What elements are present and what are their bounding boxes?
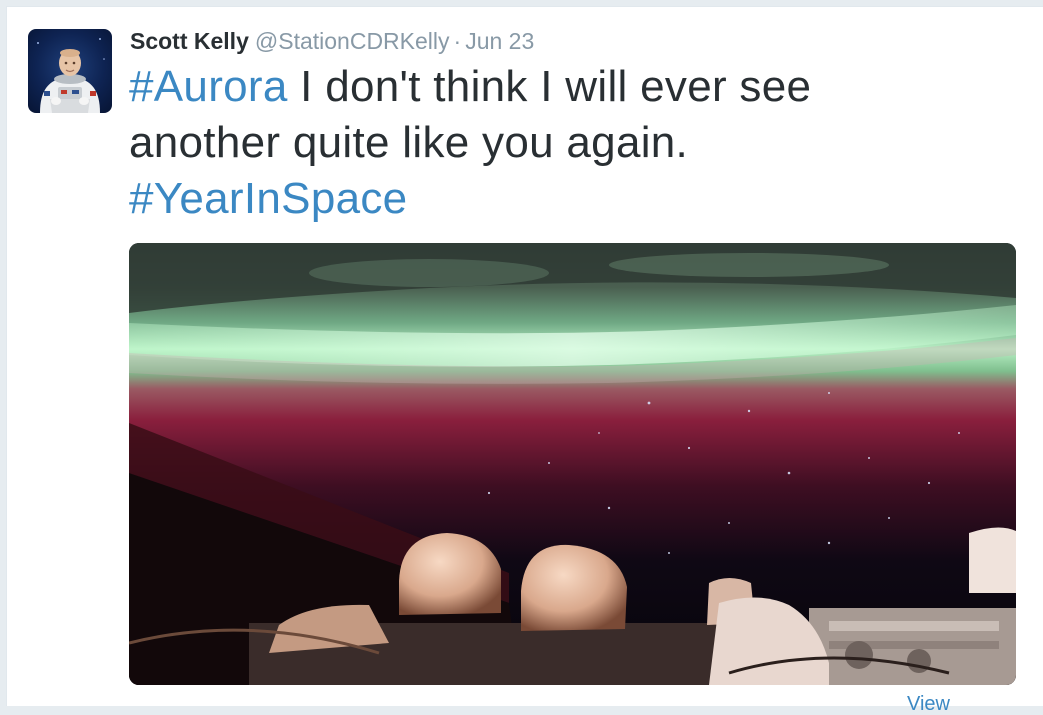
tweet-card[interactable]: Scott Kelly @StationCDRKelly · Jun 23 #Auro…: [6, 6, 1043, 715]
hashtag-aurora[interactable]: #Aurora: [129, 62, 288, 111]
tweet-header: Scott Kelly @StationCDRKelly · Jun 23: [130, 27, 534, 55]
aurora-photo-image: [129, 243, 1016, 685]
header-separator: ·: [453, 28, 462, 54]
tweet-media-photo[interactable]: [129, 243, 1016, 685]
hashtag-yearinspace[interactable]: #YearInSpace: [129, 174, 407, 223]
author-name[interactable]: Scott Kelly: [130, 28, 249, 54]
astronaut-avatar-image: [37, 38, 105, 113]
tweet-date[interactable]: Jun 23: [465, 28, 534, 54]
author-handle[interactable]: @StationCDRKelly: [255, 28, 450, 54]
view-more-link[interactable]: View: [907, 693, 950, 715]
tweet-text: #Aurora I don't think I will ever see an…: [129, 59, 889, 227]
author-avatar[interactable]: [28, 29, 112, 113]
